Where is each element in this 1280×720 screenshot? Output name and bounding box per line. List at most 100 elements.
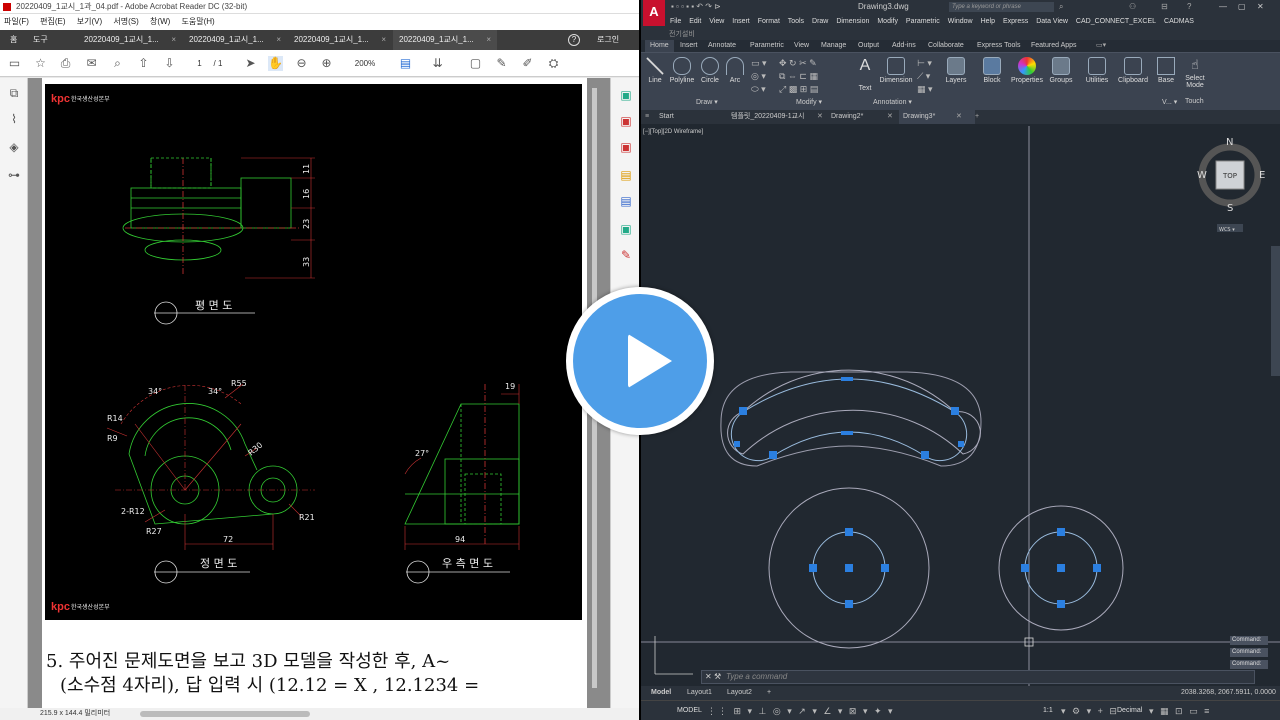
attachment-icon[interactable]: ⌇ <box>7 112 21 126</box>
page-up-icon[interactable]: ⇧ <box>136 56 151 71</box>
menu-file[interactable]: 파일(F) <box>4 17 29 26</box>
annotation-scale[interactable]: 1:1 <box>1043 701 1053 720</box>
drafting-toggles[interactable]: ⋮⋮ ⊞ ▾ ⊥ ◎ ▾ ↗ ▾ ∠ ▾ ⊠ ▾ ✦ ▾ <box>707 701 895 720</box>
menu-parametric[interactable]: Parametric <box>906 18 940 25</box>
horizontal-scrollbar[interactable] <box>140 711 310 717</box>
ribbon-tab-manage[interactable]: Manage <box>821 40 846 52</box>
menu-help[interactable]: Help <box>981 18 995 25</box>
menu-express[interactable]: Express <box>1003 18 1028 25</box>
comment-tool-icon[interactable]: ▤ <box>619 168 633 182</box>
tab-menu-icon[interactable]: ≡ <box>645 110 649 124</box>
save-icon[interactable]: ▭ <box>7 56 22 71</box>
quick-access-toolbar[interactable]: ▪ ▫ ▫ ▪ ▪ ↶ ↷ ⊳ <box>671 0 721 14</box>
model-viewport[interactable]: [−][Top][2D Wireframe] TOP N S W E WCS ▾ <box>641 126 1280 686</box>
pages-icon[interactable]: ⧉ <box>7 86 21 100</box>
ribbon-tab-parametric[interactable]: Parametric <box>750 40 784 52</box>
page-number-input[interactable]: 1 <box>192 56 207 71</box>
zoom-out-icon[interactable]: ⊖ <box>294 56 309 71</box>
properties-tool[interactable]: Properties <box>1009 57 1045 84</box>
ribbon-toggle-icon[interactable]: ▭▾ <box>1096 40 1106 52</box>
play-button[interactable] <box>566 287 714 435</box>
email-icon[interactable]: ✉ <box>84 56 99 71</box>
zoom-in-icon[interactable]: ⊕ <box>319 56 334 71</box>
structure-icon[interactable]: ⊶ <box>7 168 21 182</box>
fit-page-icon[interactable]: ▤ <box>398 56 413 71</box>
menu-file[interactable]: File <box>670 18 681 25</box>
ribbon-tab-featured-apps[interactable]: Featured Apps <box>1031 40 1077 52</box>
ribbon-tab-home[interactable]: Home <box>645 40 674 52</box>
search-input[interactable]: Type a keyword or phrase <box>949 2 1054 12</box>
close-icon[interactable]: × <box>276 30 281 50</box>
annotation-small-tools[interactable]: ⊢ ▾ ⟋ ▾ ▦ ▾ <box>917 57 933 96</box>
dimension-tool[interactable]: Dimension <box>879 57 913 84</box>
layers-icon[interactable]: ◈ <box>7 140 21 154</box>
user-icon[interactable]: ⚇ <box>1129 0 1136 14</box>
command-input[interactable]: Type a command <box>726 672 787 681</box>
menu-cadmas[interactable]: CADMAS <box>1164 18 1194 25</box>
arc-tool[interactable]: Arc <box>725 57 745 84</box>
menu-window[interactable]: 창(W) <box>150 17 170 26</box>
stamp-icon[interactable]: ⛭ <box>546 56 561 71</box>
menu-cad-connect-excel[interactable]: CAD_CONNECT_EXCEL <box>1076 18 1156 25</box>
menu-window[interactable]: Window <box>948 18 973 25</box>
new-layout-icon[interactable]: + <box>767 686 771 700</box>
doc-tab-template[interactable]: 템플릿_20220409-1교시 <box>731 110 804 124</box>
menu-view[interactable]: View <box>709 18 724 25</box>
units-select[interactable]: Decimal <box>1117 701 1142 720</box>
document-tab-active[interactable]: 20220409_1교시_1... × <box>393 30 497 50</box>
workspace-toggles[interactable]: ▾ ⚙ ▾ + ⊟ <box>1061 701 1119 720</box>
ribbon-tab-insert[interactable]: Insert <box>680 40 698 52</box>
base-tool[interactable]: Base <box>1154 57 1178 84</box>
help-icon[interactable]: ? <box>1187 0 1191 14</box>
scroll-mode-icon[interactable]: ⇊ <box>430 56 445 71</box>
doc-tab-drawing2[interactable]: Drawing2* <box>831 110 863 124</box>
draw-small-tools[interactable]: ▭ ▾ ◎ ▾ ⬭ ▾ <box>751 57 767 96</box>
compass-south[interactable]: S <box>1227 203 1233 214</box>
highlight-pen-icon[interactable]: ✎ <box>494 56 509 71</box>
modify-group-label[interactable]: Modify ▾ <box>796 98 822 106</box>
close-icon[interactable]: × <box>486 30 491 50</box>
bookmark-star-icon[interactable]: ☆ <box>33 56 48 71</box>
maximize-icon[interactable]: ▢ <box>1238 0 1246 14</box>
menu-tools[interactable]: Tools <box>788 18 804 25</box>
export-pdf-icon[interactable]: ▣ <box>619 114 633 128</box>
block-tool[interactable]: Block <box>979 57 1005 84</box>
wrench-icon[interactable]: ⚒ <box>714 671 721 683</box>
menu-electrical[interactable]: 전기설비 <box>669 31 695 38</box>
compass-west[interactable]: W <box>1197 170 1207 181</box>
layers-tool[interactable]: Layers <box>941 57 971 84</box>
document-tab[interactable]: 20220409_1교시_1... × <box>183 30 287 50</box>
compass-east[interactable]: E <box>1259 170 1265 181</box>
viewcube-top[interactable]: TOP <box>1222 172 1237 180</box>
help-icon[interactable]: ? <box>568 34 580 46</box>
autocad-logo-icon[interactable]: A <box>643 0 665 26</box>
combine-icon[interactable]: ▤ <box>619 194 633 208</box>
annotation-group-label[interactable]: Annotation ▾ <box>873 98 912 106</box>
command-line[interactable]: ✕ ⚒ Type a command <box>701 670 1255 684</box>
page-down-icon[interactable]: ⇩ <box>162 56 177 71</box>
hand-tool-icon[interactable]: ✋ <box>268 56 283 71</box>
menu-view[interactable]: 보기(V) <box>77 17 102 26</box>
select-cursor-icon[interactable]: ➤ <box>243 56 258 71</box>
menu-modify[interactable]: Modify <box>877 18 898 25</box>
ribbon-tab-express-tools[interactable]: Express Tools <box>977 40 1020 52</box>
menu-dimension[interactable]: Dimension <box>836 18 869 25</box>
nav-tools[interactable]: 도구 <box>33 30 48 50</box>
menu-edit[interactable]: 편집(E) <box>40 17 65 26</box>
circle-tool[interactable]: Circle <box>699 57 721 84</box>
zoom-search-icon[interactable]: ⌕ <box>110 56 125 71</box>
cart-icon[interactable]: ⊟ <box>1161 0 1168 14</box>
menu-help[interactable]: 도움말(H) <box>182 17 215 26</box>
close-icon[interactable]: ✕ <box>956 110 962 124</box>
binoculars-icon[interactable]: ⌕ <box>1059 0 1063 14</box>
close-icon[interactable]: ✕ <box>705 671 712 683</box>
view-group-label[interactable]: V... ▾ <box>1162 98 1177 106</box>
doc-tab-start[interactable]: Start <box>659 110 674 124</box>
edit-pdf-icon[interactable]: ▣ <box>619 140 633 154</box>
menu-format[interactable]: Format <box>758 18 780 25</box>
fill-sign-icon[interactable]: ✎ <box>619 248 633 262</box>
close-icon[interactable]: × <box>381 30 386 50</box>
menu-insert[interactable]: Insert <box>732 18 750 25</box>
login-button[interactable]: 로그인 <box>597 30 619 50</box>
select-mode-tool[interactable]: ☝ Select Mode <box>1181 57 1209 89</box>
